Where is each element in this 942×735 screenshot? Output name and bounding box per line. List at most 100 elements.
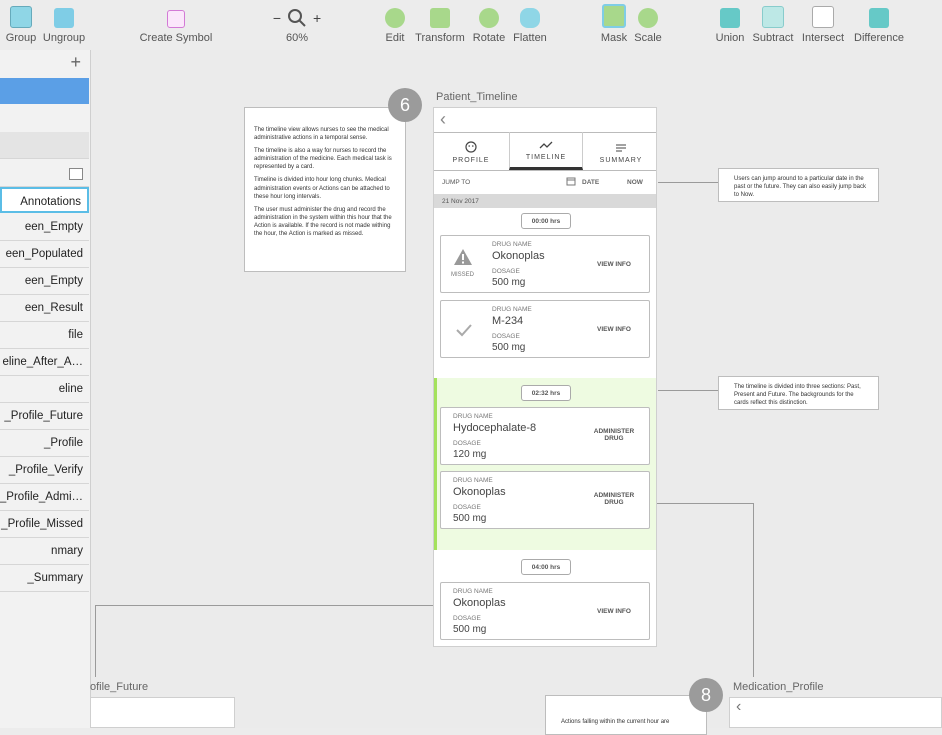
dosage-value: 500 mg: [453, 624, 487, 635]
view-info-button[interactable]: VIEW INFO: [589, 261, 639, 268]
layer-row[interactable]: _Profile_Missed: [0, 511, 89, 538]
zoom-control[interactable]: − + 60%: [266, 0, 328, 50]
create-symbol-button[interactable]: Create Symbol: [138, 0, 214, 50]
union-button[interactable]: Union: [712, 0, 748, 50]
add-page-button[interactable]: +: [70, 52, 81, 73]
selected-page[interactable]: [0, 78, 89, 104]
medication-card[interactable]: DRUG NAME Hydocephalate-8 DOSAGE 120 mg …: [440, 407, 650, 465]
rotate-icon: [479, 8, 499, 28]
group-icon: [10, 6, 32, 28]
smiley-icon: [465, 141, 477, 153]
dosage-value: 500 mg: [492, 277, 526, 288]
mask-button[interactable]: Mask: [598, 0, 630, 50]
annotation-note: Users can jump around to a particular da…: [718, 168, 879, 202]
back-icon[interactable]: ‹: [440, 109, 446, 130]
calendar-icon[interactable]: [566, 176, 576, 186]
zoom-in-button[interactable]: +: [313, 10, 321, 26]
scale-icon: [638, 8, 658, 28]
toolbar: Group Ungroup Create Symbol − + 60% Edit…: [0, 0, 942, 51]
hour-marker: 04:00 hrs: [521, 559, 571, 575]
medication-card[interactable]: DRUG NAME M-234 DOSAGE 500 mg VIEW INFO: [440, 300, 650, 358]
dosage-value: 500 mg: [492, 342, 526, 353]
layer-row[interactable]: een_Result: [0, 295, 89, 322]
step-badge: 6: [388, 88, 422, 122]
date-button[interactable]: DATE: [582, 179, 599, 186]
missed-label: MISSED: [451, 272, 475, 278]
difference-button[interactable]: Difference: [850, 0, 908, 50]
connector-line: [753, 503, 754, 677]
edit-button[interactable]: Edit: [380, 0, 410, 50]
flatten-icon: [520, 8, 540, 28]
artboard-title[interactable]: Patient_Timeline: [436, 91, 518, 103]
ungroup-button[interactable]: Ungroup: [42, 0, 86, 50]
layer-row[interactable]: een_Empty: [0, 268, 89, 295]
annotation-note: Actions falling within the current hour …: [545, 695, 707, 735]
intersect-button[interactable]: Intersect: [798, 0, 848, 50]
list-icon: [616, 144, 626, 152]
view-info-button[interactable]: VIEW INFO: [589, 608, 639, 615]
artboard-preview[interactable]: [90, 697, 235, 728]
view-info-button[interactable]: VIEW INFO: [589, 326, 639, 333]
connector-line: [95, 605, 433, 606]
drug-name: Okonoplas: [453, 486, 506, 498]
artboard-title[interactable]: Medication_Profile: [733, 681, 824, 693]
trend-icon: [539, 141, 553, 149]
date-header: 21 Nov 2017: [434, 194, 656, 208]
layer-row[interactable]: eline_After_A…: [0, 349, 89, 376]
layer-row[interactable]: _Profile_Admi…: [0, 484, 89, 511]
layer-row[interactable]: _Profile_Future: [0, 403, 89, 430]
drug-name: M-234: [492, 315, 524, 327]
layer-row[interactable]: Annotations: [0, 187, 89, 213]
symbol-icon: [167, 10, 185, 28]
tab-summary[interactable]: SUMMARY: [584, 132, 656, 170]
annotation-note: The timeline is divided into three secti…: [718, 376, 879, 410]
now-button[interactable]: NOW: [627, 179, 643, 186]
tab-profile[interactable]: PROFILE: [434, 132, 508, 170]
union-icon: [720, 8, 740, 28]
layer-row[interactable]: _Summary: [0, 565, 89, 592]
administer-drug-button[interactable]: ADMINISTER DRUG: [589, 492, 639, 506]
dosage-value: 500 mg: [453, 513, 487, 524]
warning-icon: [454, 249, 472, 265]
layer-row[interactable]: _Profile: [0, 430, 89, 457]
layer-row[interactable]: eline: [0, 376, 89, 403]
flatten-button[interactable]: Flatten: [510, 0, 550, 50]
layer-row[interactable]: file: [0, 322, 89, 349]
annotation-note: The timeline view allows nurses to see t…: [244, 107, 406, 272]
hour-marker: 02:32 hrs: [521, 385, 571, 401]
layer-row[interactable]: nmary: [0, 538, 89, 565]
zoom-out-button[interactable]: −: [273, 10, 281, 26]
rotate-button[interactable]: Rotate: [470, 0, 508, 50]
administer-drug-button[interactable]: ADMINISTER DRUG: [589, 428, 639, 442]
medication-card[interactable]: MISSED DRUG NAME Okonoplas DOSAGE 500 mg…: [440, 235, 650, 293]
difference-icon: [869, 8, 889, 28]
connector-line: [658, 182, 718, 183]
hour-marker: 00:00 hrs: [521, 213, 571, 229]
subtract-button[interactable]: Subtract: [750, 0, 796, 50]
transform-icon: [430, 8, 450, 28]
connector-line: [95, 605, 96, 677]
connector-line: [658, 390, 718, 391]
subtract-icon: [762, 6, 784, 28]
group-button[interactable]: Group: [4, 0, 38, 50]
scale-button[interactable]: Scale: [632, 0, 664, 50]
medication-card[interactable]: DRUG NAME Okonoplas DOSAGE 500 mg VIEW I…: [440, 582, 650, 640]
dosage-value: 120 mg: [453, 449, 487, 460]
artboard-icon: [69, 168, 83, 180]
layer-row[interactable]: een_Empty: [0, 214, 89, 241]
artboard-preview[interactable]: ‹: [729, 697, 942, 728]
layer-row[interactable]: een_Populated: [0, 241, 89, 268]
patient-timeline-artboard[interactable]: ‹ PROFILE TIMELINE SUMMARY JUMP TO DATE …: [433, 107, 657, 647]
tab-timeline[interactable]: TIMELINE: [509, 132, 583, 170]
jump-to-label: JUMP TO: [442, 179, 471, 186]
drug-name: Okonoplas: [453, 597, 506, 609]
back-icon[interactable]: ‹: [736, 698, 741, 716]
drug-name: Okonoplas: [492, 250, 545, 262]
medication-card[interactable]: DRUG NAME Okonoplas DOSAGE 500 mg ADMINI…: [440, 471, 650, 529]
transform-button[interactable]: Transform: [414, 0, 466, 50]
artboard-title[interactable]: ofile_Future: [90, 681, 148, 693]
checkmark-icon: [456, 324, 472, 337]
layers-sidebar: + Annotations een_Empty een_Populated ee…: [0, 50, 91, 728]
present-indicator: [434, 378, 437, 550]
layer-row[interactable]: _Profile_Verify: [0, 457, 89, 484]
